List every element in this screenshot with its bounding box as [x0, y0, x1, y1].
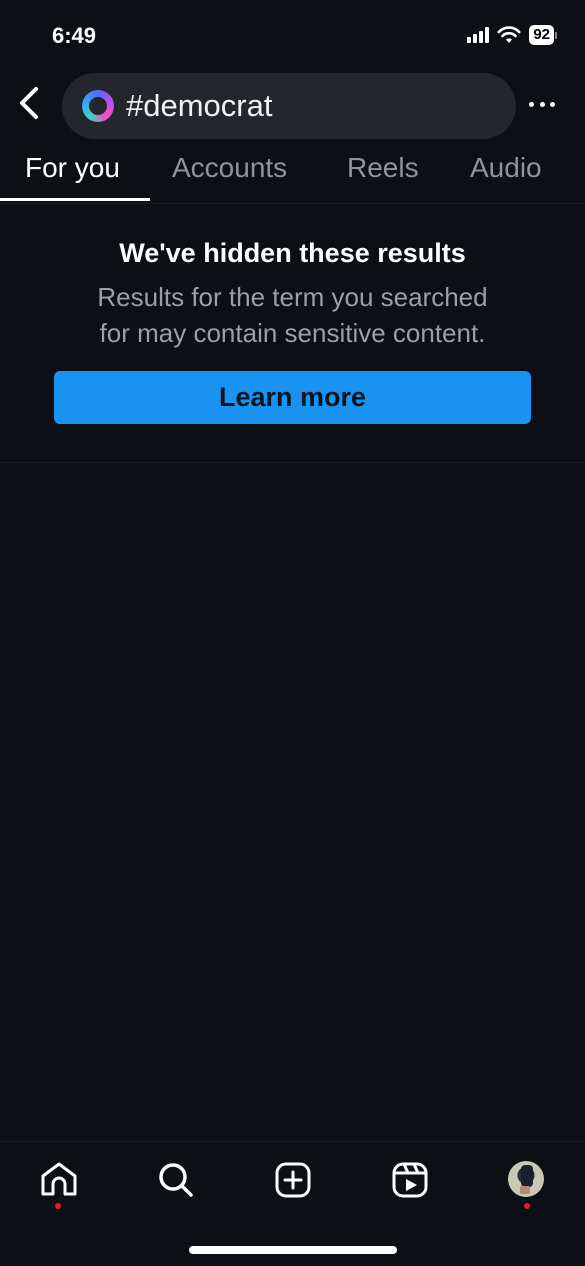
ring-icon — [82, 90, 114, 122]
wifi-icon — [497, 26, 521, 43]
battery-level: 92 — [529, 25, 554, 45]
battery-icon: 92 — [529, 25, 557, 45]
search-header: #democrat — [0, 73, 585, 139]
search-query: #democrat — [126, 88, 273, 123]
home-icon — [41, 1162, 77, 1196]
back-button[interactable] — [14, 83, 44, 123]
signal-icon — [467, 27, 490, 43]
learn-more-button[interactable]: Learn more — [54, 371, 531, 424]
chevron-left-icon — [20, 87, 38, 119]
notice-title: We've hidden these results — [119, 238, 466, 268]
status-icons: 92 — [467, 25, 557, 45]
search-icon — [159, 1163, 193, 1197]
notice-body-line-1: Results for the term you searched — [97, 282, 488, 312]
search-tabs: For you Accounts Reels Audio — [0, 148, 585, 204]
profile-notification-dot — [524, 1203, 530, 1209]
divider — [0, 462, 585, 463]
active-tab-indicator — [0, 198, 150, 201]
status-time: 6:49 — [52, 23, 97, 48]
tab-reels[interactable]: Reels — [347, 152, 419, 184]
home-indicator[interactable] — [189, 1246, 397, 1254]
tab-audio[interactable]: Audio — [470, 152, 542, 184]
status-bar: 6:49 92 — [0, 0, 585, 70]
nav-search[interactable] — [156, 1160, 196, 1200]
hidden-results-notice: We've hidden these results Results for t… — [0, 238, 585, 351]
more-options-button[interactable] — [529, 99, 555, 109]
notice-body-line-2: for may contain sensitive content. — [99, 318, 486, 348]
plus-square-icon — [275, 1162, 311, 1198]
profile-avatar[interactable] — [508, 1161, 544, 1197]
tab-for-you[interactable]: For you — [25, 152, 120, 184]
reels-icon — [392, 1162, 428, 1198]
search-input[interactable]: #democrat — [62, 73, 516, 139]
nav-reels[interactable] — [390, 1160, 430, 1200]
nav-home[interactable] — [39, 1160, 79, 1200]
tab-accounts[interactable]: Accounts — [172, 152, 287, 184]
home-notification-dot — [55, 1203, 61, 1209]
more-horizontal-icon — [529, 101, 534, 107]
nav-create[interactable] — [273, 1160, 313, 1200]
